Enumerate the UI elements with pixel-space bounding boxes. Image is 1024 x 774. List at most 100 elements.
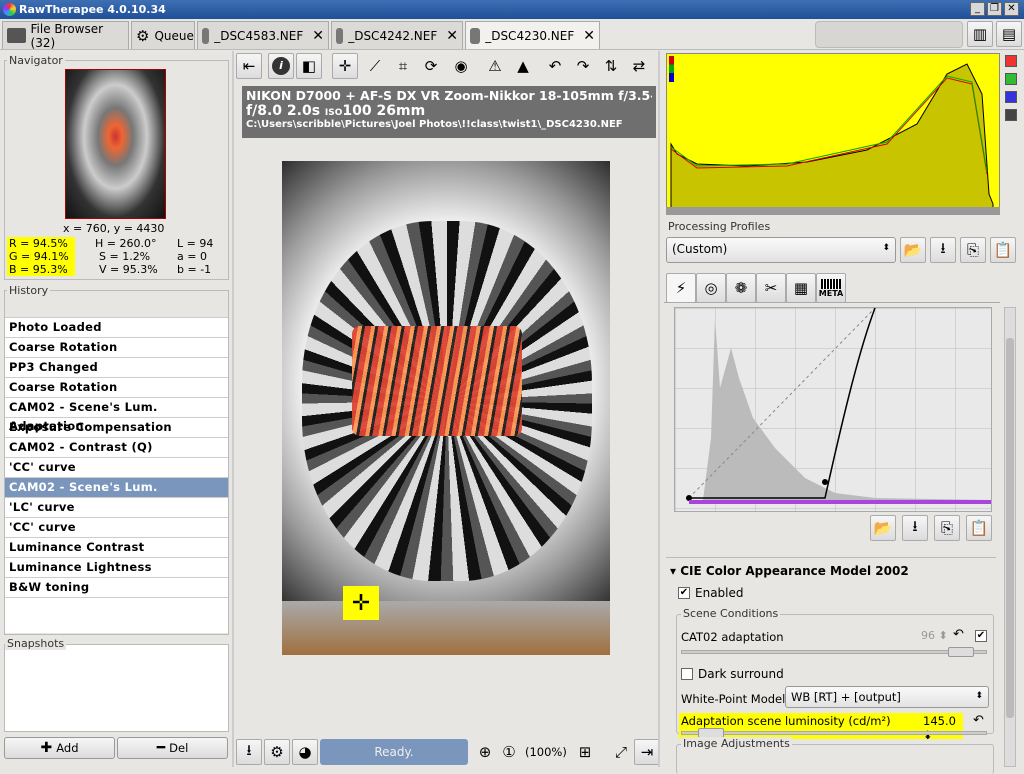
luminosity-slider[interactable] — [681, 728, 987, 738]
rotate-left-button[interactable]: ↶ — [542, 53, 568, 79]
flip-vertical-button[interactable]: ⇅ — [598, 53, 624, 79]
toggle-filmstrip-button[interactable]: ▥ — [967, 21, 993, 47]
dark-surround-checkbox[interactable]: Dark surround — [681, 667, 784, 681]
curve-paste-button[interactable]: 📋 — [966, 515, 992, 541]
tab-label: _DSC4583.NEF — [214, 28, 304, 43]
histogram-red-toggle[interactable] — [1005, 55, 1017, 67]
highlight-warning-icon[interactable]: ⚠ — [482, 53, 508, 79]
close-tab-icon[interactable]: ✕ — [583, 28, 595, 44]
toggle-right-panel-button[interactable]: ▤ — [996, 21, 1022, 47]
cat02-slider[interactable] — [681, 647, 987, 657]
history-item[interactable]: Photo Loaded — [5, 318, 228, 338]
copy-profile-button[interactable]: ⎘ — [960, 237, 986, 263]
edit-external-button[interactable]: ◕ — [292, 739, 318, 765]
left-divider[interactable] — [232, 51, 234, 767]
shadow-warning-icon[interactable]: ▲ — [510, 53, 536, 79]
histogram-graph — [670, 63, 994, 212]
fit-screen-button[interactable]: ⤢ — [608, 739, 634, 765]
slider-handle[interactable] — [948, 647, 974, 657]
white-balance-tool-button[interactable]: ⟋ — [362, 53, 388, 79]
minimize-button[interactable]: _ — [970, 2, 985, 16]
tab-raw[interactable]: ▦ — [786, 273, 816, 303]
history-panel: History Photo Loaded Coarse Rotation PP3… — [4, 284, 229, 635]
hide-right-panel-button[interactable]: ⇥ — [634, 739, 660, 765]
curve-open-button[interactable]: 📂 — [870, 515, 896, 541]
hand-tool-button[interactable]: ✛ — [332, 53, 358, 79]
reset-icon[interactable]: ↶ — [953, 627, 964, 642]
ciecam-header[interactable]: ▾ CIE Color Appearance Model 2002 — [670, 564, 909, 578]
tab-detail[interactable]: ◎ — [696, 273, 726, 303]
tab-exposure[interactable]: ⚡ — [666, 273, 696, 303]
info-toggle-button[interactable]: i — [268, 53, 294, 79]
history-item[interactable]: CAM02 - Scene's Lum. Adaptation — [5, 398, 228, 433]
close-tab-icon[interactable]: ✕ — [446, 28, 458, 44]
processing-profiles-title: Processing Profiles — [666, 220, 773, 233]
save-image-button[interactable]: ⭳ — [236, 739, 262, 765]
zoom-fit-button[interactable]: ⊕ — [472, 739, 498, 765]
history-item[interactable]: Luminance Contrast — [5, 538, 228, 558]
history-item[interactable]: 'CC' curve — [5, 458, 228, 478]
histogram-green-toggle[interactable] — [1005, 73, 1017, 85]
hide-left-panel-button[interactable]: ⇤ — [236, 53, 262, 79]
new-detail-window-button[interactable]: ⊞ — [572, 739, 598, 765]
crop-tool-button[interactable]: ⌗ — [390, 53, 416, 79]
history-item[interactable]: Coarse Rotation — [5, 378, 228, 398]
rotate-right-button[interactable]: ↷ — [570, 53, 596, 79]
tab-color[interactable]: ❁ — [726, 273, 756, 303]
luminosity-spinner[interactable]: 145.0 ⬍ — [923, 714, 963, 742]
history-item[interactable]: Exposure Compensation — [5, 418, 228, 438]
right-divider[interactable] — [658, 51, 660, 767]
history-item[interactable]: B&W toning — [5, 578, 228, 598]
tab-metadata[interactable]: META — [816, 273, 846, 303]
load-profile-button[interactable]: 📂 — [900, 237, 926, 263]
straighten-tool-button[interactable]: ⟳ — [418, 53, 444, 79]
cat02-auto-checkbox[interactable]: ✔ — [975, 630, 987, 642]
iso-label: ISO — [324, 108, 343, 118]
close-tab-icon[interactable]: ✕ — [312, 28, 324, 44]
flip-horizontal-button[interactable]: ⇄ — [626, 53, 652, 79]
history-item-selected[interactable]: CAM02 - Scene's Lum. Adaptation — [5, 478, 228, 513]
history-item[interactable]: Luminance Lightness — [5, 558, 228, 578]
iso: 100 — [342, 103, 372, 119]
save-profile-button[interactable]: ⭳ — [930, 237, 956, 263]
tab-transform[interactable]: ✂ — [756, 273, 786, 303]
histogram-blue-toggle[interactable] — [1005, 91, 1017, 103]
luminosity-reset-icon[interactable]: ↶ — [973, 713, 984, 728]
navigator-thumbnail[interactable] — [65, 69, 166, 219]
del-snapshot-button[interactable]: ━ Del — [117, 737, 228, 759]
tool-panel-scrollbar[interactable] — [1004, 307, 1016, 767]
color-picker-button[interactable]: ◉ — [448, 53, 474, 79]
aperture: f/8.0 — [246, 103, 283, 119]
history-item[interactable]: 'CC' curve — [5, 518, 228, 538]
restore-button[interactable]: ❐ — [987, 2, 1002, 16]
scrollbar-thumb[interactable] — [1006, 338, 1014, 718]
history-item[interactable]: Coarse Rotation — [5, 338, 228, 358]
curve-copy-button[interactable]: ⎘ — [934, 515, 960, 541]
queue-button[interactable]: ⚙ — [264, 739, 290, 765]
paste-profile-button[interactable]: 📋 — [990, 237, 1016, 263]
profile-select[interactable]: (Custom) ⬍ — [666, 237, 896, 263]
curve-save-button[interactable]: ⭳ — [902, 515, 928, 541]
close-button[interactable]: ✕ — [1004, 2, 1019, 16]
histogram-luma-toggle[interactable] — [1005, 109, 1017, 121]
tab-queue[interactable]: ⚙ Queue — [131, 21, 195, 49]
white-point-select[interactable]: WB [RT] + [output] ⬍ — [785, 686, 989, 708]
add-snapshot-button[interactable]: ✚ Add — [4, 737, 115, 759]
history-item[interactable]: CAM02 - Contrast (Q) — [5, 438, 228, 458]
tab-dsc4242[interactable]: _DSC4242.NEF ✕ — [331, 21, 463, 49]
before-after-button[interactable]: ◧ — [296, 53, 322, 79]
enabled-checkbox[interactable]: ✔ Enabled — [678, 586, 744, 600]
camera-info: NIKON D7000 + AF-S DX VR Zoom-Nikkor 18-… — [246, 88, 652, 103]
scene-conditions-title: Scene Conditions — [681, 607, 781, 620]
history-item[interactable]: 'LC' curve — [5, 498, 228, 518]
curve-editor[interactable] — [674, 307, 992, 512]
cat02-spinner[interactable]: 96 ⬍ — [921, 629, 948, 642]
image-preview[interactable]: ✛ — [282, 161, 610, 655]
tab-dsc4230[interactable]: _DSC4230.NEF ✕ — [465, 21, 600, 49]
history-item[interactable]: PP3 Changed — [5, 358, 228, 378]
zoom-100-button[interactable]: ① — [496, 739, 522, 765]
tab-file-browser[interactable]: File Browser (32) — [2, 21, 129, 50]
histogram — [666, 53, 1000, 213]
photo-bottom — [282, 601, 610, 655]
tab-dsc4583[interactable]: _DSC4583.NEF ✕ — [197, 21, 329, 49]
